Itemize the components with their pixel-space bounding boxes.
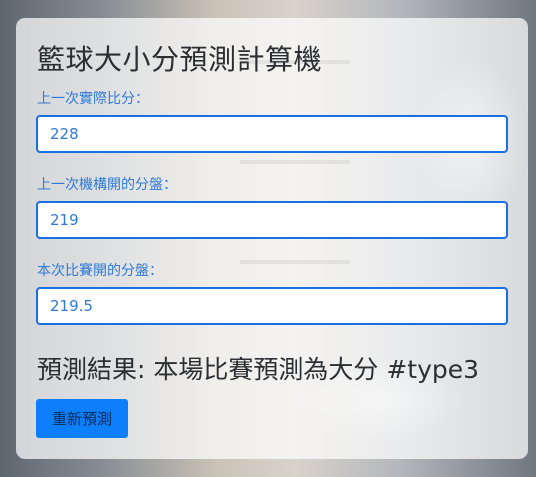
result-prefix: 預測結果: [37,355,154,384]
prediction-result: 預測結果: 本場比賽預測為大分 #type3 [37,350,479,386]
last-line-input[interactable] [36,201,508,239]
last-actual-score-label: 上一次實際比分： [37,91,149,107]
last-line-label: 上一次機構開的分盤： [37,177,177,193]
current-line-input[interactable] [36,287,508,325]
result-text: 本場比賽預測為大分 #type3 [153,355,480,384]
repredict-button[interactable]: 重新預測 [36,399,128,438]
calculator-card: 籃球大小分預測計算機 上一次實際比分： 上一次機構開的分盤： 本次比賽開的分盤：… [16,18,528,459]
last-actual-score-input[interactable] [36,115,508,153]
page-title: 籃球大小分預測計算機 [37,43,323,76]
current-line-label: 本次比賽開的分盤： [37,263,163,279]
